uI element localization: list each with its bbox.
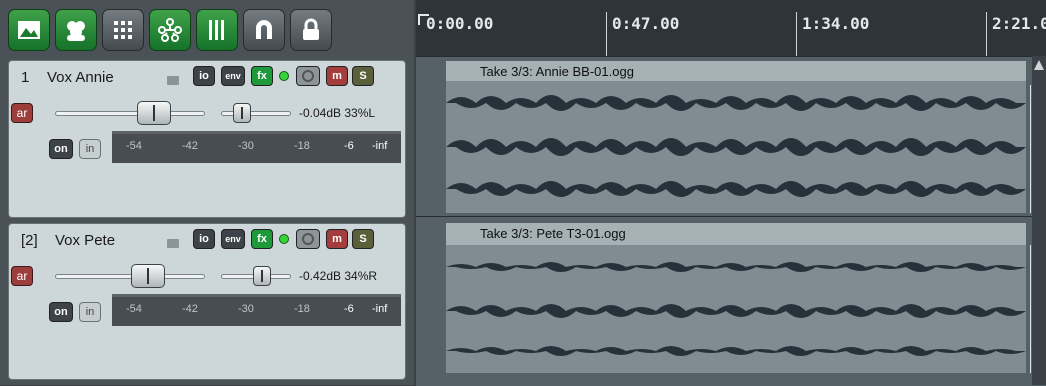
- mute-button[interactable]: m: [326, 229, 348, 249]
- volume-pan-readout: -0.04dB 33%L: [299, 106, 376, 120]
- pan-slider[interactable]: [221, 111, 291, 116]
- toolbar-button-people[interactable]: [55, 9, 97, 51]
- lock-icon: [303, 18, 319, 40]
- track-number: [2]: [21, 232, 38, 249]
- track-lane-2[interactable]: Take 3/3: Pete T3-01.ogg: [416, 216, 1046, 386]
- grid-icon: [114, 21, 132, 39]
- pan-slider-knob[interactable]: [233, 103, 251, 123]
- record-arm-button[interactable]: on: [49, 139, 73, 159]
- bars-icon: [209, 20, 224, 40]
- folder-icon[interactable]: [167, 76, 179, 85]
- meter-tick: -6: [344, 140, 354, 152]
- mute-button[interactable]: m: [326, 66, 348, 86]
- automation-button[interactable]: ar: [11, 266, 33, 286]
- item-title: Take 3/3: Annie BB-01.ogg: [480, 64, 634, 79]
- meter-tick: -30: [238, 140, 254, 152]
- toolbar-button-image[interactable]: [8, 9, 50, 51]
- ruler-time: 0:47.00: [612, 14, 680, 33]
- io-button[interactable]: io: [193, 66, 215, 86]
- ruler-time: 1:34.00: [802, 14, 870, 33]
- meter-tick: -inf: [372, 303, 388, 315]
- toolbar-button-bars[interactable]: [196, 9, 238, 51]
- fx-button[interactable]: fx: [251, 66, 273, 86]
- level-meter: -54 -42 -30 -18 -6 -inf: [112, 131, 401, 163]
- solo-button[interactable]: S: [352, 66, 374, 86]
- input-monitor-button[interactable]: in: [79, 139, 101, 159]
- snap-magnet-icon: [256, 20, 272, 39]
- phase-icon: [302, 70, 314, 82]
- envelope-button[interactable]: env: [221, 66, 245, 86]
- waveform: [446, 81, 1026, 213]
- volume-slider[interactable]: [55, 111, 205, 116]
- arrange-view[interactable]: 0:00.00 0:47.00 1:34.00 2:21.0 Take 3/3:…: [416, 0, 1046, 386]
- item-title: Take 3/3: Pete T3-01.ogg: [480, 226, 626, 241]
- meter-tick: -6: [344, 303, 354, 315]
- meter-bar: [112, 131, 401, 134]
- meter-tick: -18: [294, 303, 310, 315]
- track-name[interactable]: Vox Annie: [47, 69, 114, 86]
- waveform: [446, 245, 1026, 373]
- toolbar-button-grid[interactable]: [102, 9, 144, 51]
- timeline-ruler[interactable]: 0:00.00 0:47.00 1:34.00 2:21.0: [416, 0, 1046, 56]
- meter-tick: -inf: [372, 140, 388, 152]
- ruler-marker: [986, 12, 987, 56]
- toolbar-button-routing[interactable]: [149, 9, 191, 51]
- record-arm-button[interactable]: on: [49, 302, 73, 322]
- ruler-time: 2:21.0: [992, 14, 1046, 33]
- meter-tick: -54: [126, 303, 142, 315]
- volume-slider[interactable]: [55, 274, 205, 279]
- folder-icon[interactable]: [167, 239, 179, 248]
- toolbar-button-snap[interactable]: [243, 9, 285, 51]
- meter-bar: [112, 294, 401, 297]
- fx-enabled-led[interactable]: [279, 234, 289, 244]
- meter-tick: -30: [238, 303, 254, 315]
- meter-tick: -42: [182, 140, 198, 152]
- track-name[interactable]: Vox Pete: [55, 232, 115, 249]
- automation-button[interactable]: ar: [11, 103, 33, 123]
- image-icon: [18, 21, 40, 39]
- item-end-line: [1030, 85, 1031, 213]
- track-panel-1[interactable]: 1 Vox Annie io env fx m S ar -0.04dB 33%…: [8, 60, 406, 218]
- ruler-time: 0:00.00: [426, 14, 494, 33]
- track-number: 1: [21, 69, 30, 86]
- volume-slider-knob[interactable]: [131, 264, 165, 288]
- input-monitor-button[interactable]: in: [79, 302, 101, 322]
- fx-enabled-led[interactable]: [279, 71, 289, 81]
- level-meter: -54 -42 -30 -18 -6 -inf: [112, 294, 401, 326]
- meter-tick: -54: [126, 140, 142, 152]
- track-lane-1[interactable]: Take 3/3: Annie BB-01.ogg: [416, 56, 1046, 217]
- vertical-scrollbar[interactable]: [1032, 56, 1046, 385]
- meter-tick: -18: [294, 140, 310, 152]
- solo-button[interactable]: S: [352, 229, 374, 249]
- phase-icon: [302, 233, 314, 245]
- ruler-marker: [606, 12, 607, 56]
- phase-button[interactable]: [296, 229, 320, 249]
- track-control-panel: 1 Vox Annie io env fx m S ar -0.04dB 33%…: [0, 0, 414, 385]
- volume-slider-knob[interactable]: [137, 101, 171, 125]
- routing-icon: [158, 18, 182, 42]
- volume-pan-readout: -0.42dB 34%R: [299, 269, 378, 283]
- envelope-button[interactable]: env: [221, 229, 245, 249]
- track-panel-2[interactable]: [2] Vox Pete io env fx m S ar -0.42dB 34…: [8, 223, 406, 380]
- meter-tick: -42: [182, 303, 198, 315]
- io-button[interactable]: io: [193, 229, 215, 249]
- people-icon: [67, 21, 85, 41]
- pan-slider-knob[interactable]: [253, 266, 271, 286]
- ruler-marker: [796, 12, 797, 56]
- main-toolbar: [8, 9, 332, 53]
- item-end-line: [1030, 245, 1031, 373]
- toolbar-button-lock[interactable]: [290, 9, 332, 51]
- fx-button[interactable]: fx: [251, 229, 273, 249]
- phase-button[interactable]: [296, 66, 320, 86]
